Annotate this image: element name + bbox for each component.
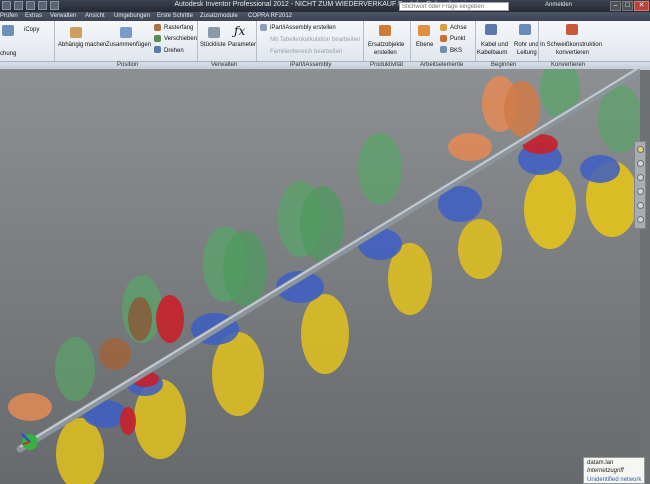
move-icon[interactable] [154, 35, 161, 42]
kabel-button-line2[interactable]: Kabelbaum [477, 50, 507, 56]
rasterfang-button[interactable]: Rasterfang [164, 25, 193, 31]
roller-yellow [458, 219, 502, 279]
network-tooltip: datam.lan Internetzugriff Unidentified n… [583, 457, 645, 484]
minimize-icon[interactable]: – [610, 1, 621, 11]
achse-button[interactable]: Achse [450, 25, 467, 31]
roller-orange [504, 81, 540, 137]
constrain-icon[interactable] [70, 27, 82, 38]
rotate-icon[interactable] [154, 46, 161, 53]
orbit-icon[interactable] [637, 202, 644, 209]
tab-extras[interactable]: Extras [25, 13, 42, 19]
roller-yellow [56, 418, 104, 484]
navigation-bar [634, 141, 646, 229]
roller-brown [128, 297, 152, 341]
roller-orange [8, 393, 52, 421]
parameter-button[interactable]: Parameter [228, 42, 256, 48]
substitute-button[interactable]: Ersatzobjekte [368, 42, 404, 48]
title-bar: Autodesk Inventor Professional 2012 - NI… [0, 0, 650, 12]
tab-erste-schritte[interactable]: Erste Schritte [157, 13, 193, 19]
tooltip-line: datam.lan [587, 460, 614, 466]
roller-yellow [524, 169, 576, 249]
assemble-icon[interactable] [120, 27, 132, 38]
substitute-icon[interactable] [379, 25, 391, 36]
roller-brown [99, 338, 131, 370]
pan-icon[interactable] [637, 174, 644, 181]
parameter-icon[interactable]: ƒx [234, 24, 245, 38]
ribbon-tabs: Prüfen Extras Verwalten Ansicht Umgebung… [0, 12, 650, 21]
tab-umgebungen[interactable]: Umgebungen [114, 13, 150, 19]
table-edit-button[interactable]: Mit Tabellenkalkulation bearbeiten [270, 37, 360, 43]
panel-ipart-label[interactable]: iPart/iAssembly [290, 62, 331, 68]
stueckliste-button[interactable]: Stückliste [200, 42, 226, 48]
roller-green [358, 133, 402, 205]
roller-blue [358, 228, 402, 260]
chung-button[interactable]: chung [0, 51, 16, 57]
tube-pipe-icon[interactable] [519, 24, 531, 35]
bks-button[interactable]: BKS [450, 48, 462, 54]
cable-icon[interactable] [485, 24, 497, 35]
steering-wheel-icon[interactable] [637, 160, 644, 167]
close-icon[interactable]: ✕ [634, 1, 649, 11]
bom-icon[interactable] [208, 27, 220, 38]
ipart-create-button[interactable]: iPart/iAssembly erstellen [270, 25, 336, 31]
substitute-button-line2[interactable]: erstellen [374, 50, 397, 56]
ebene-button[interactable]: Ebene [416, 42, 433, 48]
zoom-icon[interactable] [637, 188, 644, 195]
panel-position-label[interactable]: Position [117, 62, 138, 68]
tab-verwalten[interactable]: Verwalten [50, 13, 76, 19]
panel-verwalten-label[interactable]: Verwalten [211, 62, 237, 68]
plane-icon[interactable] [418, 25, 430, 36]
ucs-icon[interactable] [440, 46, 447, 53]
roller-blue [580, 155, 620, 183]
roller-yellow [301, 294, 349, 374]
verschieben-button[interactable]: Verschieben [164, 36, 197, 42]
tooltip-line: Internetzugriff [587, 468, 624, 474]
signin-link[interactable]: Anmelden [545, 2, 572, 8]
place-icon[interactable] [2, 25, 14, 36]
graphics-viewport[interactable] [0, 69, 640, 484]
rohr-button-line2[interactable]: Leitung [517, 50, 537, 56]
tab-pruefen[interactable]: Prüfen [0, 13, 18, 19]
drehen-button[interactable]: Drehen [164, 48, 184, 54]
ipart-icon[interactable] [260, 24, 267, 31]
roller-red [120, 407, 136, 435]
punkt-button[interactable]: Punkt [450, 36, 465, 42]
maximize-icon[interactable]: □ [622, 1, 633, 11]
icopy-button[interactable]: iCopy [24, 27, 39, 33]
roller-green [55, 337, 95, 401]
tab-zusatzmodule[interactable]: Zusatzmodule [200, 13, 238, 19]
tooltip-line: Unidentified network [587, 477, 642, 483]
snap-icon[interactable] [154, 24, 161, 31]
tab-ansicht[interactable]: Ansicht [85, 13, 105, 19]
panel-arbeitselemente-label[interactable]: Arbeitselemente [420, 62, 463, 68]
weldment-button-line2[interactable]: konvertieren [556, 50, 589, 56]
panel-produktivitaet-label[interactable]: Produktivität [370, 62, 403, 68]
kabel-button[interactable]: Kabel und [481, 42, 508, 48]
family-edit-button[interactable]: Familienbereich bearbeiten [270, 49, 342, 55]
panel-beginnen-label[interactable]: Beginnen [491, 62, 516, 68]
zusammenfuegen-button[interactable]: Zusammenfügen [106, 42, 151, 48]
shaft [16, 69, 640, 453]
panel-konvertieren-label[interactable]: Konvertieren [551, 62, 585, 68]
roller-orange [448, 133, 492, 161]
rohr-button[interactable]: Rohr und [514, 42, 539, 48]
point-icon[interactable] [440, 35, 447, 42]
roller-red [156, 295, 184, 343]
viewcube-home-icon[interactable] [637, 146, 644, 153]
roller-green [223, 231, 267, 307]
tab-copra[interactable]: COPRA RF2012 [248, 13, 292, 19]
weldment-button[interactable]: In Schweißkonstruktion [540, 42, 602, 48]
assembly-model[interactable] [0, 69, 640, 484]
abhaengig-button[interactable]: Abhängig machen [58, 42, 106, 48]
coordinate-triad-icon [21, 433, 38, 450]
weldment-icon[interactable] [566, 24, 578, 35]
axis-icon[interactable] [440, 24, 447, 31]
search-input[interactable] [399, 2, 509, 11]
look-at-icon[interactable] [637, 216, 644, 223]
